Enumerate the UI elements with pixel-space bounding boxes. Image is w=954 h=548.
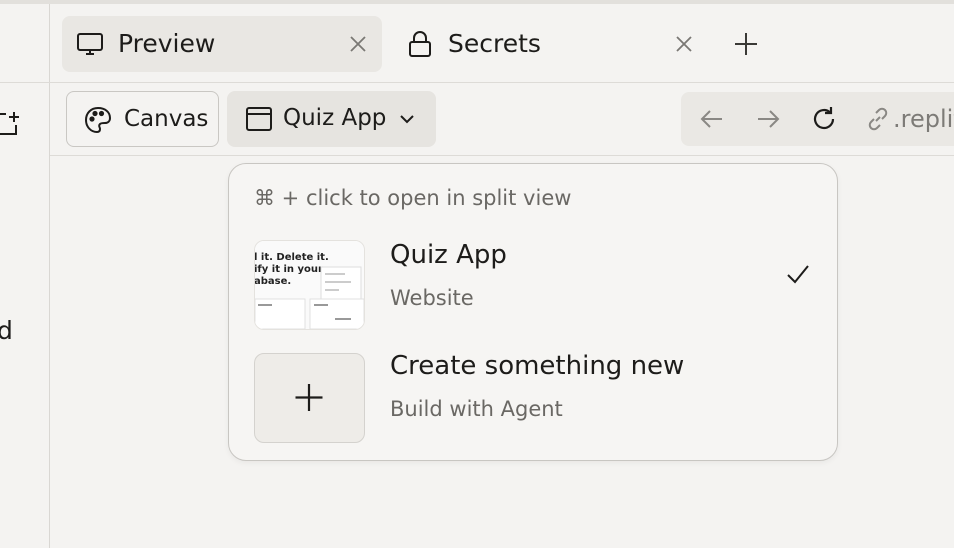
canvas-label: Canvas	[124, 106, 209, 132]
monitor-icon	[77, 33, 103, 55]
app-selector-dropdown: ⌘ + click to open in split view l it. De…	[228, 163, 838, 461]
close-icon[interactable]	[674, 34, 694, 54]
item-title: Quiz App	[390, 240, 507, 270]
item-subtitle: Website	[390, 286, 474, 310]
item-subtitle: Build with Agent	[390, 397, 563, 421]
top-border	[0, 0, 954, 4]
url-text: .replit.dev	[893, 105, 954, 133]
tabbar-divider	[0, 82, 954, 83]
close-icon[interactable]	[348, 34, 368, 54]
palette-icon	[84, 106, 112, 134]
add-tab-icon[interactable]	[731, 29, 761, 59]
dropdown-item-create-new[interactable]: Create something new Build with Agent	[229, 339, 836, 447]
canvas-button[interactable]: Canvas	[66, 91, 219, 147]
left-panel: d	[0, 4, 49, 548]
split-view-hint: ⌘ + click to open in split view	[254, 186, 572, 210]
panel-divider[interactable]	[49, 4, 50, 548]
app-thumbnail: l it. Delete it. ify it in your abase.	[254, 240, 365, 330]
thumbnail-line-3: abase.	[255, 276, 291, 287]
tab-preview[interactable]: Preview	[62, 16, 382, 72]
item-title: Create something new	[390, 351, 685, 381]
plus-icon	[295, 384, 323, 411]
thumbnail-preview: l it. Delete it. ify it in your abase.	[255, 241, 364, 329]
app-selector-button[interactable]: Quiz App	[227, 91, 436, 147]
forward-arrow-icon[interactable]	[754, 105, 782, 133]
lock-icon	[409, 31, 431, 57]
url-bar[interactable]: .replit.dev	[681, 92, 954, 146]
tab-secrets[interactable]: Secrets	[392, 16, 708, 72]
left-panel-partial-text: d	[0, 316, 13, 345]
toolbar-divider	[50, 155, 954, 156]
thumbnail-line-2: ify it in your	[255, 264, 323, 275]
app-selector-label: Quiz App	[283, 105, 387, 131]
new-file-icon[interactable]	[0, 108, 20, 136]
thumbnail-line-1: l it. Delete it.	[255, 252, 329, 263]
link-icon	[868, 107, 888, 131]
back-arrow-icon[interactable]	[698, 105, 726, 133]
refresh-icon[interactable]	[810, 105, 838, 133]
checkmark-icon	[787, 265, 809, 284]
tab-label: Preview	[118, 29, 216, 58]
dropdown-item-quiz-app[interactable]: l it. Delete it. ify it in your abase. Q…	[229, 228, 836, 336]
chevron-down-icon	[400, 115, 414, 124]
browser-window-icon	[246, 107, 272, 131]
create-new-tile	[254, 353, 365, 443]
tab-label: Secrets	[448, 29, 541, 58]
